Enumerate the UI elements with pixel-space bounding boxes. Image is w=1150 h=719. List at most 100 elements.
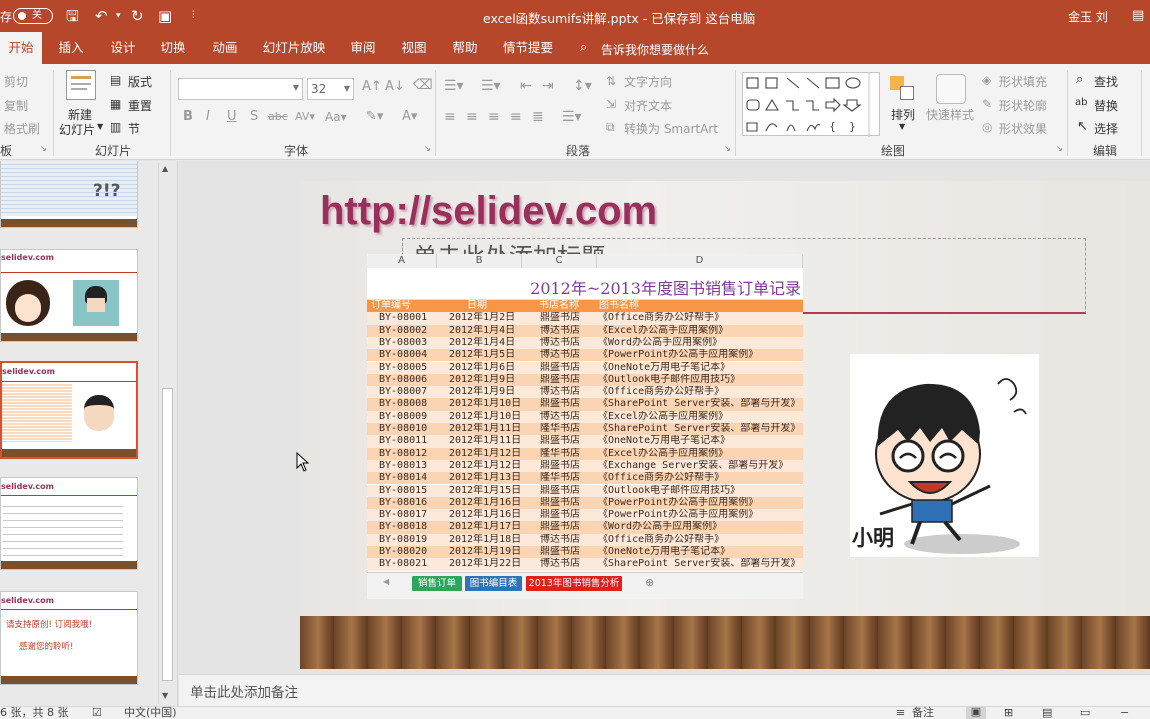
decrease-indent-icon[interactable]: ⇤ xyxy=(520,78,532,94)
clear-format-icon[interactable]: ⌫ xyxy=(413,77,433,93)
sheet-tab[interactable]: 图书编目表 xyxy=(465,576,522,591)
numbering-icon[interactable]: ☰▾ xyxy=(481,78,501,94)
slide-thumbnail[interactable]: ?!? xyxy=(0,161,138,228)
select-button[interactable]: 选择 xyxy=(1094,120,1118,137)
format-painter-button[interactable]: 格式刷 xyxy=(4,120,40,137)
align-center-icon[interactable]: ≡ xyxy=(466,109,478,125)
tab-design[interactable]: 设计 xyxy=(103,32,143,64)
language-indicator[interactable]: 中文(中国) xyxy=(124,707,177,719)
bullets-icon[interactable]: ☰▾ xyxy=(444,78,464,94)
bold-icon[interactable]: B xyxy=(183,109,193,124)
autosave-toggle[interactable]: 关 xyxy=(13,8,53,24)
paragraph-launcher-icon[interactable]: ↘ xyxy=(724,144,731,153)
notes-toggle-icon: ≡ xyxy=(896,706,906,719)
slideshow-view-icon[interactable]: ▭ xyxy=(1080,707,1090,719)
arrange-button[interactable]: 排列 xyxy=(891,106,915,123)
italic-icon[interactable]: I xyxy=(206,109,210,124)
new-slide-icon[interactable] xyxy=(66,70,96,100)
cut-button[interactable]: 剪切 xyxy=(4,73,28,90)
shapes-gallery[interactable]: {} xyxy=(742,72,880,137)
strikethrough-icon[interactable]: abc xyxy=(268,110,288,123)
underline-icon[interactable]: U xyxy=(227,109,237,124)
sheet-nav-icon[interactable]: ◀ xyxy=(383,577,389,586)
undo-dropdown-icon[interactable]: ▾ xyxy=(116,0,121,32)
start-slideshow-icon[interactable]: ▣ xyxy=(158,0,172,32)
find-button[interactable]: 查找 xyxy=(1094,73,1118,90)
drawing-launcher-icon[interactable]: ↘ xyxy=(1056,144,1063,153)
thumbnail-scrollbar[interactable]: ▲ ▼ xyxy=(158,163,176,704)
redo-icon[interactable]: ↻ xyxy=(131,0,144,32)
change-case-icon[interactable]: Aa▾ xyxy=(325,110,347,124)
add-sheet-icon[interactable]: ⊕ xyxy=(645,576,654,589)
tab-home[interactable]: 开始 xyxy=(0,32,42,64)
notes-pane[interactable]: 单击此处添加备注 xyxy=(179,674,1150,706)
shape-fill-button[interactable]: 形状填充 xyxy=(999,73,1047,90)
title-bar: 存 关 🖫 ↶ ▾ ↻ ▣ ⫶ excel函数sumifs讲解.pptx - 已… xyxy=(0,0,1150,32)
replace-icon: ab xyxy=(1075,97,1088,108)
tab-view[interactable]: 视图 xyxy=(394,32,434,64)
scroll-up-icon[interactable]: ▲ xyxy=(162,164,168,173)
replace-button[interactable]: 替换 xyxy=(1094,97,1118,114)
layout-button[interactable]: 版式 xyxy=(128,73,152,90)
copy-button[interactable]: 复制 xyxy=(4,97,28,114)
tab-review[interactable]: 审阅 xyxy=(343,32,383,64)
ribbon-display-options-icon[interactable]: ▤ xyxy=(1132,0,1144,32)
slide-thumbnail-current[interactable]: selidev.com xyxy=(0,361,138,459)
slide-thumbnail[interactable]: selidev.com xyxy=(0,249,138,342)
tab-transitions[interactable]: 切换 xyxy=(153,32,193,64)
slide-thumbnail[interactable]: selidev.com 请支持原创! 订阅我哦! 感谢您的聆听! xyxy=(0,591,138,685)
align-right-icon[interactable]: ≡ xyxy=(488,109,500,125)
sheet-tab[interactable]: 销售订单 xyxy=(412,576,462,591)
columns-icon[interactable]: ☰▾ xyxy=(562,109,582,125)
highlight-icon[interactable]: ✎▾ xyxy=(366,109,383,124)
shape-outline-button[interactable]: 形状轮廓 xyxy=(999,97,1047,114)
section-button[interactable]: 节 xyxy=(128,120,140,137)
tab-slideshow[interactable]: 幻灯片放映 xyxy=(256,32,332,64)
text-direction-button[interactable]: 文字方向 xyxy=(624,73,672,90)
tell-me-input[interactable]: 告诉我你想要做什么 xyxy=(601,41,709,58)
smartart-button[interactable]: 转换为 SmartArt xyxy=(624,120,718,137)
tab-storyboard[interactable]: 情节提要 xyxy=(497,32,559,64)
table-cell: 鼎盛书店 xyxy=(540,496,580,508)
char-spacing-icon[interactable]: AV▾ xyxy=(295,110,315,123)
save-icon[interactable]: 🖫 xyxy=(66,0,79,32)
slide-thumbnail[interactable]: selidev.com xyxy=(0,477,138,570)
tab-insert[interactable]: 插入 xyxy=(52,32,90,64)
justify-icon[interactable]: ≡ xyxy=(510,109,522,125)
distributed-icon[interactable]: ≣ xyxy=(532,109,544,125)
notes-toggle[interactable]: 备注 xyxy=(912,707,934,719)
spellcheck-icon[interactable]: ☑ xyxy=(92,707,102,719)
slide[interactable]: http://selidev.com 单击此处添加标题 A B C D 2012… xyxy=(300,181,1150,669)
align-left-icon[interactable]: ≡ xyxy=(444,109,456,125)
increase-font-icon[interactable]: A↑ xyxy=(362,79,382,94)
align-text-button[interactable]: 对齐文本 xyxy=(624,97,672,114)
font-color-icon[interactable]: A▾ xyxy=(402,109,417,124)
font-launcher-icon[interactable]: ↘ xyxy=(424,144,431,153)
sheet-tab[interactable]: 2013年图书销售分析 xyxy=(526,576,622,591)
shadow-icon[interactable]: S xyxy=(250,109,258,124)
customize-toolbar-icon[interactable]: ⫶ xyxy=(192,0,195,32)
decrease-font-icon[interactable]: A↓ xyxy=(385,79,405,94)
increase-indent-icon[interactable]: ⇥ xyxy=(542,78,554,94)
reset-button[interactable]: 重置 xyxy=(128,97,152,114)
undo-icon[interactable]: ↶ xyxy=(95,0,108,32)
normal-view-icon[interactable]: ▣ xyxy=(966,706,986,719)
tab-animations[interactable]: 动画 xyxy=(205,32,245,64)
user-name[interactable]: 金玉 刘 xyxy=(1068,8,1108,25)
table-row: BY-08016 2012年1月16日 鼎盛书店 《PowerPoint办公高手应用案… xyxy=(367,496,803,510)
table-cell: 鼎盛书店 xyxy=(540,484,580,496)
clipboard-launcher-icon[interactable]: ↘ xyxy=(40,144,47,153)
tab-help[interactable]: 帮助 xyxy=(445,32,485,64)
table-cell: 《Outlook电子邮件应用技巧》 xyxy=(598,484,741,496)
scrollbar-thumb[interactable] xyxy=(162,388,173,681)
scroll-down-icon[interactable]: ▼ xyxy=(162,691,168,700)
slide-sorter-icon[interactable]: ⊞ xyxy=(1004,707,1013,719)
line-spacing-icon[interactable]: ↕▾ xyxy=(573,78,592,94)
quick-styles-button[interactable]: 快速样式 xyxy=(926,106,974,123)
font-name-select[interactable]: ▼ xyxy=(178,78,303,100)
reading-view-icon[interactable]: ▤ xyxy=(1042,707,1052,719)
zoom-out-icon[interactable]: − xyxy=(1120,707,1129,719)
shape-effects-button[interactable]: 形状效果 xyxy=(999,120,1047,137)
new-slide-dropdown[interactable]: 幻灯片 xyxy=(59,121,95,138)
font-size-select[interactable]: 32 ▼ xyxy=(307,78,354,100)
